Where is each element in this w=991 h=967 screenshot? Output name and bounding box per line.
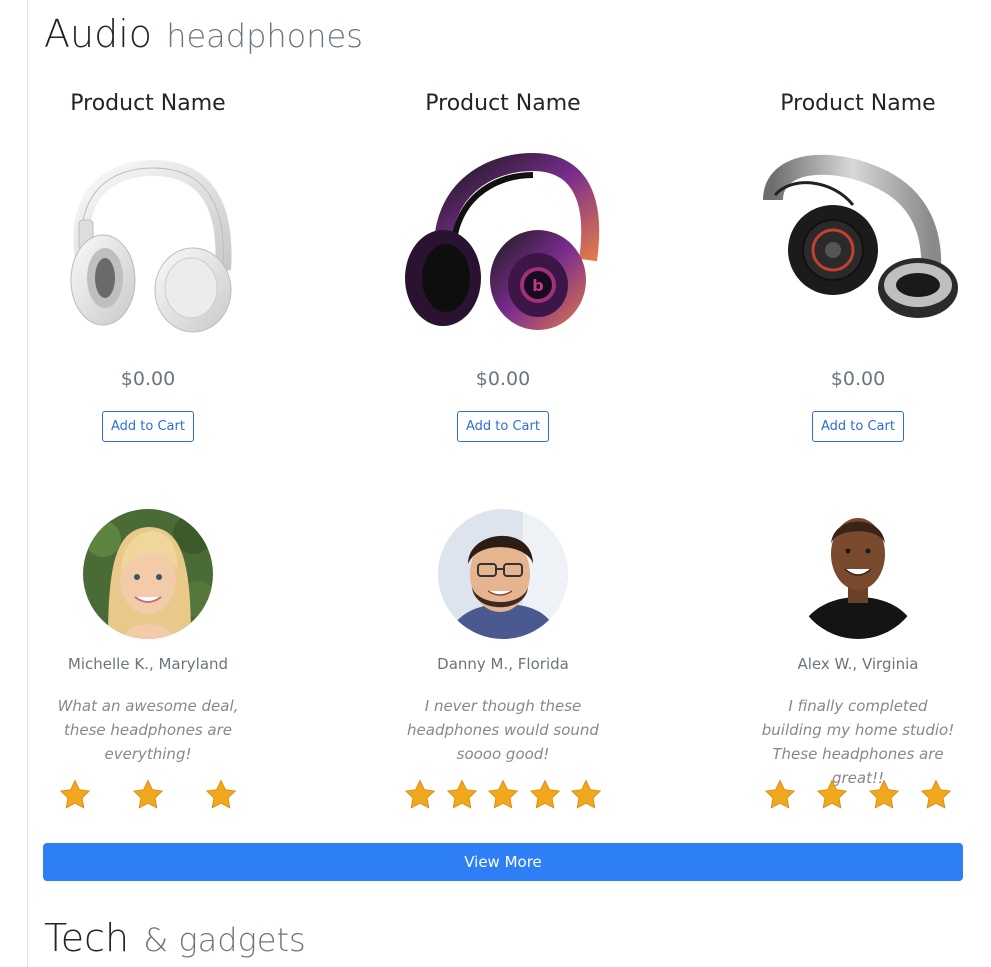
white-headphones-image[interactable] — [43, 150, 253, 340]
star-icon — [570, 779, 602, 809]
star-icon — [868, 779, 900, 809]
star-rating — [403, 778, 603, 812]
star-icon — [529, 779, 560, 809]
star-icon — [920, 779, 952, 809]
beats-purple-headphones-image[interactable]: b — [398, 150, 608, 340]
review-quote: I never though these headphones would so… — [407, 697, 599, 763]
product-price: $0.00 — [120, 368, 176, 390]
product-price: $0.00 — [475, 368, 531, 390]
reviewer-name: Danny M., Florida — [437, 655, 569, 673]
review-quote: What an awesome deal, these headphones a… — [57, 697, 239, 763]
black-silver-headphones-image[interactable] — [753, 150, 963, 340]
left-border-line — [27, 0, 28, 967]
reviewer-photo-alex — [793, 509, 923, 639]
product-name: Product Name — [780, 91, 936, 116]
add-to-cart-button[interactable]: Add to Cart — [102, 411, 194, 442]
avatar — [83, 509, 213, 639]
star-icon — [446, 779, 477, 809]
section-title-sub: & gadgets — [143, 921, 306, 959]
add-to-cart-button[interactable]: Add to Cart — [457, 411, 549, 442]
section-title-tech: Tech & gadgets — [44, 916, 306, 960]
section-title-main: Tech — [44, 916, 130, 960]
star-icon — [132, 779, 164, 809]
avatar — [438, 509, 568, 639]
view-more-button[interactable]: View More — [43, 843, 963, 881]
review-quote: I finally completed building my home stu… — [761, 697, 955, 787]
star-rating — [58, 778, 238, 812]
product-name: Product Name — [425, 91, 581, 116]
avatar — [793, 509, 923, 639]
star-icon — [59, 779, 91, 809]
reviewer-photo-michelle — [83, 509, 213, 639]
star-icon — [816, 779, 848, 809]
reviewer-name: Alex W., Virginia — [797, 655, 919, 673]
star-icon — [205, 779, 237, 809]
svg-text:b: b — [532, 276, 543, 295]
section-title-main: Audio — [44, 12, 153, 56]
product-price: $0.00 — [830, 368, 886, 390]
section-title-audio: Audio headphones — [44, 12, 363, 56]
star-icon — [487, 779, 519, 809]
product-name: Product Name — [70, 91, 226, 116]
reviewer-name: Michelle K., Maryland — [67, 655, 229, 673]
reviewer-photo-danny — [438, 509, 568, 639]
star-rating — [763, 778, 953, 812]
star-icon — [764, 779, 796, 809]
section-title-sub: headphones — [166, 17, 363, 55]
add-to-cart-button[interactable]: Add to Cart — [812, 411, 904, 442]
star-icon — [404, 779, 436, 809]
